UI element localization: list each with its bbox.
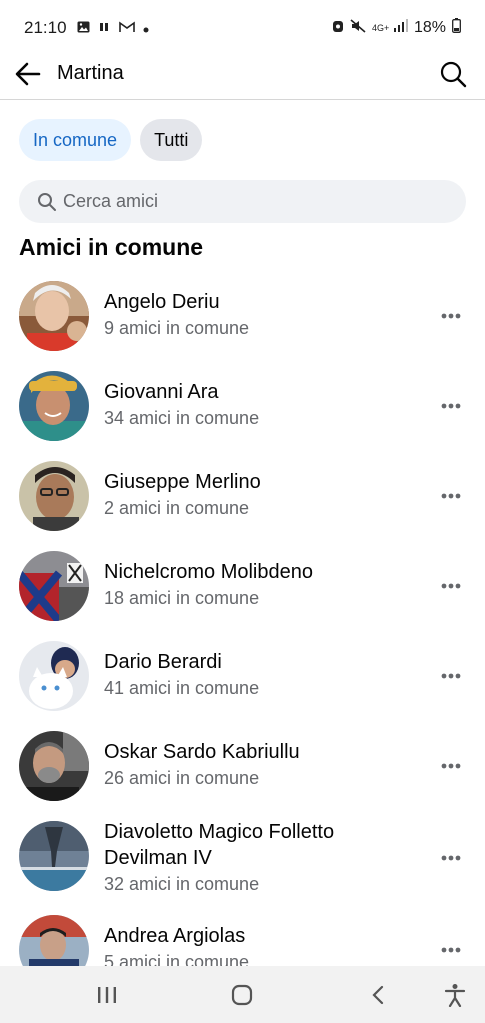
ellipsis-icon (441, 403, 461, 409)
friend-text: Diavoletto Magico Folletto Devilman IV 3… (104, 819, 334, 897)
friend-mutual-count: 41 amici in comune (104, 678, 260, 698)
more-options-button[interactable] (439, 938, 463, 962)
battery-icon (452, 18, 461, 38)
friend-row[interactable]: Giuseppe Merlino 2 amici in comune (0, 460, 485, 550)
tab-in-comune[interactable]: In comune (19, 119, 132, 161)
more-options-button[interactable] (439, 664, 463, 688)
friend-name: Giovanni Ara (104, 381, 219, 403)
home-button[interactable] (227, 980, 257, 1010)
more-options-button[interactable] (439, 304, 463, 328)
avatar (19, 371, 89, 441)
friend-list: Angelo Deriu 9 amici in comune Giovanni … (0, 280, 485, 966)
friend-row[interactable]: Dario Berardi 41 amici in comune (0, 640, 485, 730)
mute-icon (350, 18, 366, 38)
page-title: Martina (57, 62, 124, 84)
search-icon (38, 192, 56, 211)
avatar (19, 281, 89, 351)
system-nav-bar (0, 966, 485, 1023)
ellipsis-icon (441, 493, 461, 499)
pause-icon (98, 18, 111, 38)
network-type-label: 4G+ (371, 22, 390, 33)
more-options-button[interactable] (439, 484, 463, 508)
recent-apps-button[interactable] (92, 980, 122, 1010)
friend-mutual-count: 5 amici in comune (104, 952, 250, 966)
friend-text: Angelo Deriu 9 amici in comune (104, 289, 249, 341)
friend-name: Oskar Sardo Kabriullu (104, 741, 300, 763)
friend-text: Andrea Argiolas 5 amici in comune (104, 923, 249, 966)
ellipsis-icon (441, 583, 461, 589)
status-left: 21:10 (24, 18, 149, 38)
friend-name: Andrea Argiolas (104, 925, 246, 947)
avatar (19, 551, 89, 621)
friend-mutual-count: 9 amici in comune (104, 318, 250, 338)
filter-tabs: In comune Tutti (19, 119, 203, 161)
more-options-button[interactable] (439, 574, 463, 598)
friend-row[interactable]: Nichelcromo Molibdeno 18 amici in comune (0, 550, 485, 640)
recent-apps-icon (98, 987, 116, 1003)
ellipsis-icon (441, 673, 461, 679)
friend-mutual-count: 34 amici in comune (104, 408, 260, 428)
friend-name: Angelo Deriu (104, 291, 220, 313)
friend-name-line-1: Diavoletto Magico Folletto (104, 821, 335, 843)
section-title: Amici in comune (19, 234, 204, 260)
friend-text: Nichelcromo Molibdeno 18 amici in comune (104, 559, 313, 611)
friend-text: Giuseppe Merlino 2 amici in comune (104, 469, 261, 521)
search-field (19, 180, 466, 223)
friend-name-line-2: Devilman IV (104, 847, 212, 869)
avatar (19, 731, 89, 801)
more-options-button[interactable] (439, 754, 463, 778)
friend-mutual-count: 26 amici in comune (104, 768, 260, 788)
more-options-button[interactable] (439, 846, 463, 870)
friend-mutual-count: 32 amici in comune (104, 874, 260, 894)
ellipsis-icon (441, 763, 461, 769)
app-header: Martina (0, 48, 485, 100)
friend-text: Oskar Sardo Kabriullu 26 amici in comune (104, 739, 300, 791)
ellipsis-icon (441, 855, 461, 861)
search-button[interactable] (439, 60, 467, 88)
back-button[interactable] (14, 60, 42, 88)
notification-dot-icon (143, 18, 149, 38)
friend-mutual-count: 18 amici in comune (104, 588, 260, 608)
gallery-icon (77, 18, 90, 38)
avatar (19, 915, 89, 966)
friend-text: Giovanni Ara 34 amici in comune (104, 379, 259, 431)
avatar (19, 641, 89, 711)
accessibility-icon (444, 984, 466, 1007)
battery-percent: 18% (413, 19, 446, 36)
friend-name: Dario Berardi (104, 651, 222, 673)
arrow-left-icon (15, 62, 41, 85)
friend-name: Giuseppe Merlino (104, 471, 261, 493)
chevron-left-icon (372, 985, 384, 1005)
status-right: 4G+ 18% (332, 18, 461, 38)
search-input[interactable] (63, 191, 443, 212)
more-options-button[interactable] (439, 394, 463, 418)
friend-row[interactable]: Giovanni Ara 34 amici in comune (0, 370, 485, 460)
friend-row[interactable]: Andrea Argiolas 5 amici in comune (0, 914, 485, 966)
ellipsis-icon (441, 947, 461, 953)
search-icon (440, 61, 467, 88)
accessibility-button[interactable] (440, 980, 470, 1010)
avatar (19, 461, 89, 531)
gmail-icon (118, 18, 135, 38)
system-back-button[interactable] (363, 980, 393, 1010)
friend-name: Diavoletto Magico Folletto Devilman IV (104, 819, 334, 871)
friend-mutual-count: 2 amici in comune (104, 498, 250, 518)
avatar (19, 821, 89, 891)
friend-row[interactable]: Oskar Sardo Kabriullu 26 amici in comune (0, 730, 485, 820)
friend-text: Dario Berardi 41 amici in comune (104, 649, 259, 701)
signal-icon (393, 19, 408, 37)
ellipsis-icon (441, 313, 461, 319)
friend-row[interactable]: Angelo Deriu 9 amici in comune (0, 280, 485, 370)
tab-tutti[interactable]: Tutti (140, 119, 203, 161)
friend-name: Nichelcromo Molibdeno (104, 561, 313, 583)
status-time: 21:10 (24, 18, 67, 37)
home-icon (231, 984, 253, 1006)
alarm-icon (332, 19, 344, 38)
